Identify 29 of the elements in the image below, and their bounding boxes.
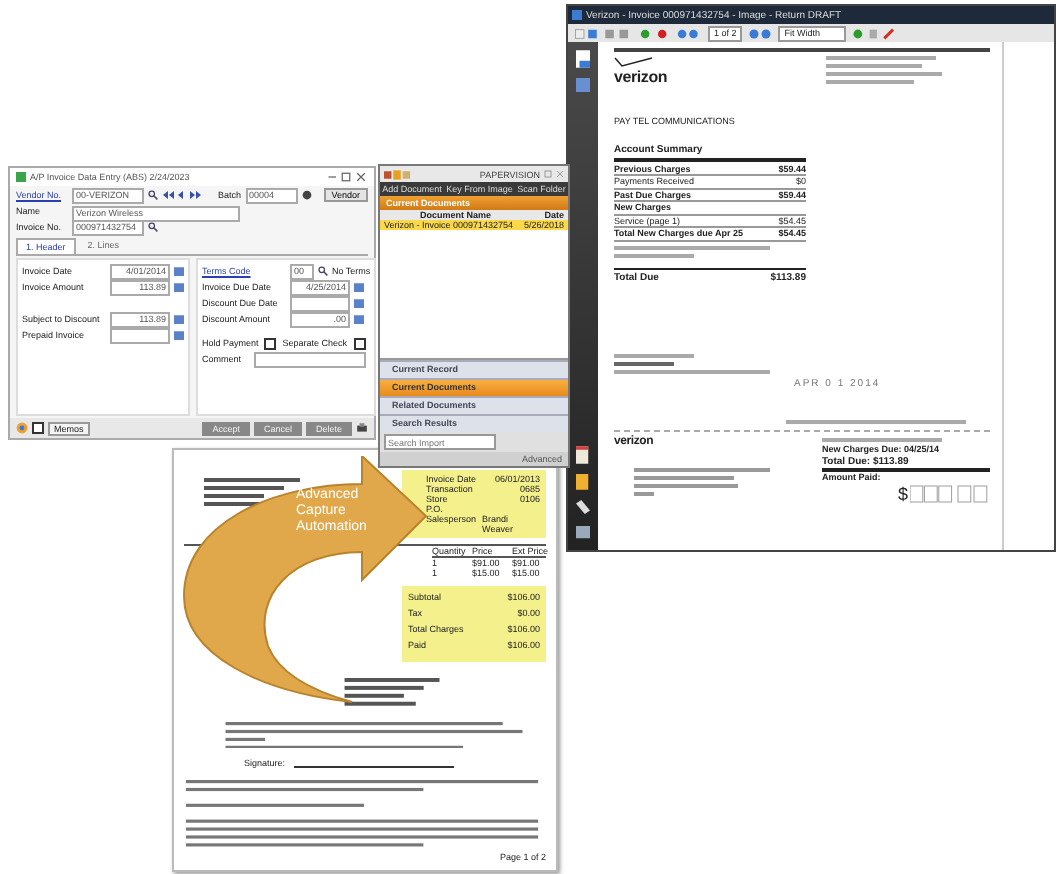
window-controls-icon[interactable] — [544, 170, 564, 178]
blurred-text-drawing — [822, 435, 942, 443]
printer-icon[interactable] — [356, 422, 368, 434]
toolbar-icon[interactable] — [574, 27, 702, 39]
app-icon — [16, 172, 26, 182]
clipboard-icon[interactable] — [576, 472, 590, 490]
toolbar-icon[interactable] — [384, 169, 412, 179]
pencil-icon[interactable] — [576, 498, 590, 516]
document-icon[interactable] — [576, 50, 590, 68]
blurred-text-drawing — [826, 56, 946, 88]
toolbar-icon[interactable] — [852, 27, 897, 39]
blurred-text-drawing — [344, 677, 444, 709]
window-controls-icon[interactable] — [324, 172, 368, 182]
dollar-sign: $ — [897, 487, 908, 499]
amount-boxes — [910, 483, 990, 503]
search-icon[interactable] — [148, 222, 158, 232]
company-logo: verizon — [614, 68, 668, 86]
checkbox[interactable] — [264, 337, 277, 349]
page-icon[interactable] — [576, 446, 590, 464]
search-icon[interactable] — [318, 266, 328, 276]
comment-field[interactable] — [254, 351, 366, 367]
checkbox[interactable] — [32, 422, 44, 434]
check-mark-logo — [614, 56, 654, 68]
blurred-text-drawing — [634, 467, 774, 499]
search-icon[interactable] — [148, 190, 158, 200]
checkbox[interactable] — [353, 337, 366, 349]
record-navigation-icon[interactable] — [162, 190, 202, 200]
app-icon — [572, 10, 582, 20]
next-page-icon[interactable] — [748, 27, 773, 39]
